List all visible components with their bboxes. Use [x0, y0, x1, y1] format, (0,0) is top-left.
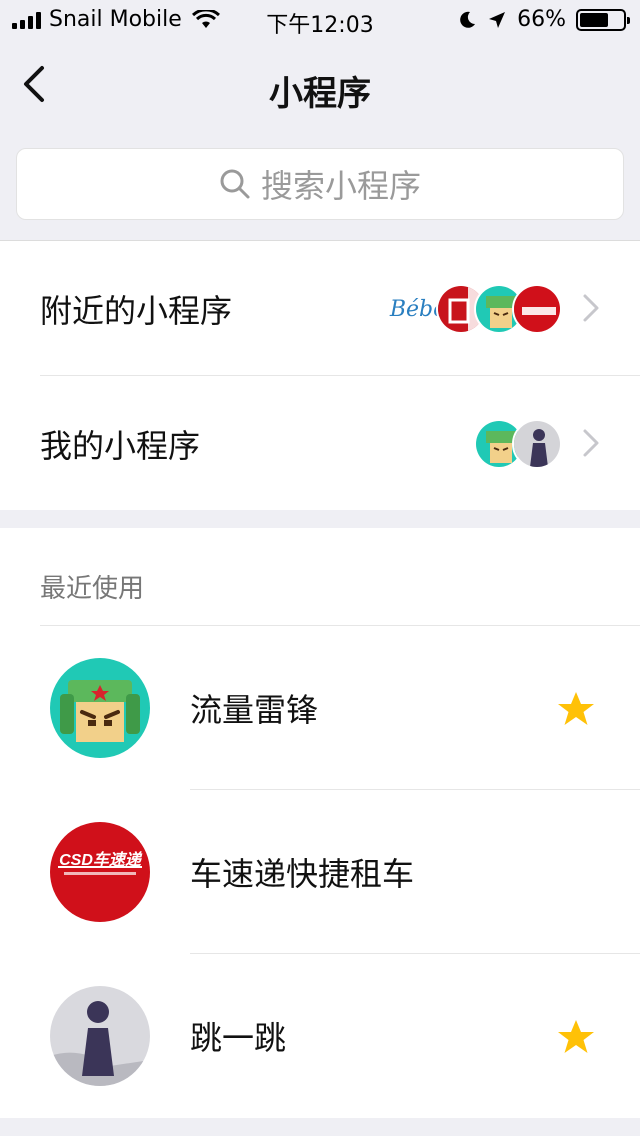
recent-item-liuliang-leifeng[interactable]: 流量雷锋: [0, 626, 640, 790]
status-right: 66%: [457, 7, 630, 32]
battery-percent: 66%: [517, 7, 566, 32]
location-arrow-icon: [489, 11, 506, 28]
search-bar[interactable]: 搜索小程序: [16, 148, 624, 220]
search-placeholder: 搜索小程序: [260, 167, 421, 205]
search-input[interactable]: 搜索小程序: [16, 148, 624, 220]
search-icon: [220, 169, 250, 199]
chevron-right-icon: [583, 294, 599, 322]
nearby-thumbnails: Bébé: [388, 284, 562, 334]
tiaoyitiao-avatar-icon: [50, 986, 150, 1086]
nearby-mini-programs-label: 附近的小程序: [40, 291, 233, 330]
star-icon[interactable]: [556, 690, 596, 728]
recent-section: 最近使用 流量雷锋 CSD车速递 车速递快捷租车 跳一跳: [0, 528, 640, 1118]
recent-item-tiaoyitiao[interactable]: 跳一跳: [0, 954, 640, 1118]
battery-icon: [576, 8, 630, 31]
my-thumbnails: [474, 419, 562, 469]
star-icon[interactable]: [556, 1018, 596, 1056]
recent-header: 最近使用: [0, 528, 640, 626]
page-title: 小程序: [269, 74, 371, 114]
tiaoyitiao-thumb-icon: [512, 419, 562, 469]
nav-bar: 小程序: [0, 40, 640, 128]
recent-item-name: 流量雷锋: [190, 691, 319, 729]
csd-logo-text: CSD车速递: [59, 851, 143, 869]
csd-thumb-icon: [512, 284, 562, 334]
my-mini-programs-label: 我的小程序: [40, 426, 201, 465]
bottom-spacer: [0, 1118, 640, 1136]
nearby-mini-programs-row[interactable]: 附近的小程序 Bébé: [0, 241, 640, 376]
recent-item-name: 车速递快捷租车: [190, 855, 415, 893]
chevron-right-icon: [583, 429, 599, 457]
moon-icon: [460, 11, 476, 28]
recent-item-csd[interactable]: CSD车速递 车速递快捷租车: [0, 790, 640, 954]
recent-item-name: 跳一跳: [190, 1019, 287, 1057]
status-bar: Snail Mobile 下午12:03 66%: [0, 0, 640, 40]
my-mini-programs-row[interactable]: 我的小程序: [0, 376, 640, 511]
csd-avatar-icon: CSD车速递: [50, 822, 150, 922]
recent-header-label: 最近使用: [40, 574, 145, 604]
entries-section: 附近的小程序 Bébé 我的小程序: [0, 240, 640, 510]
liuliang-leifeng-avatar-icon: [50, 658, 150, 758]
